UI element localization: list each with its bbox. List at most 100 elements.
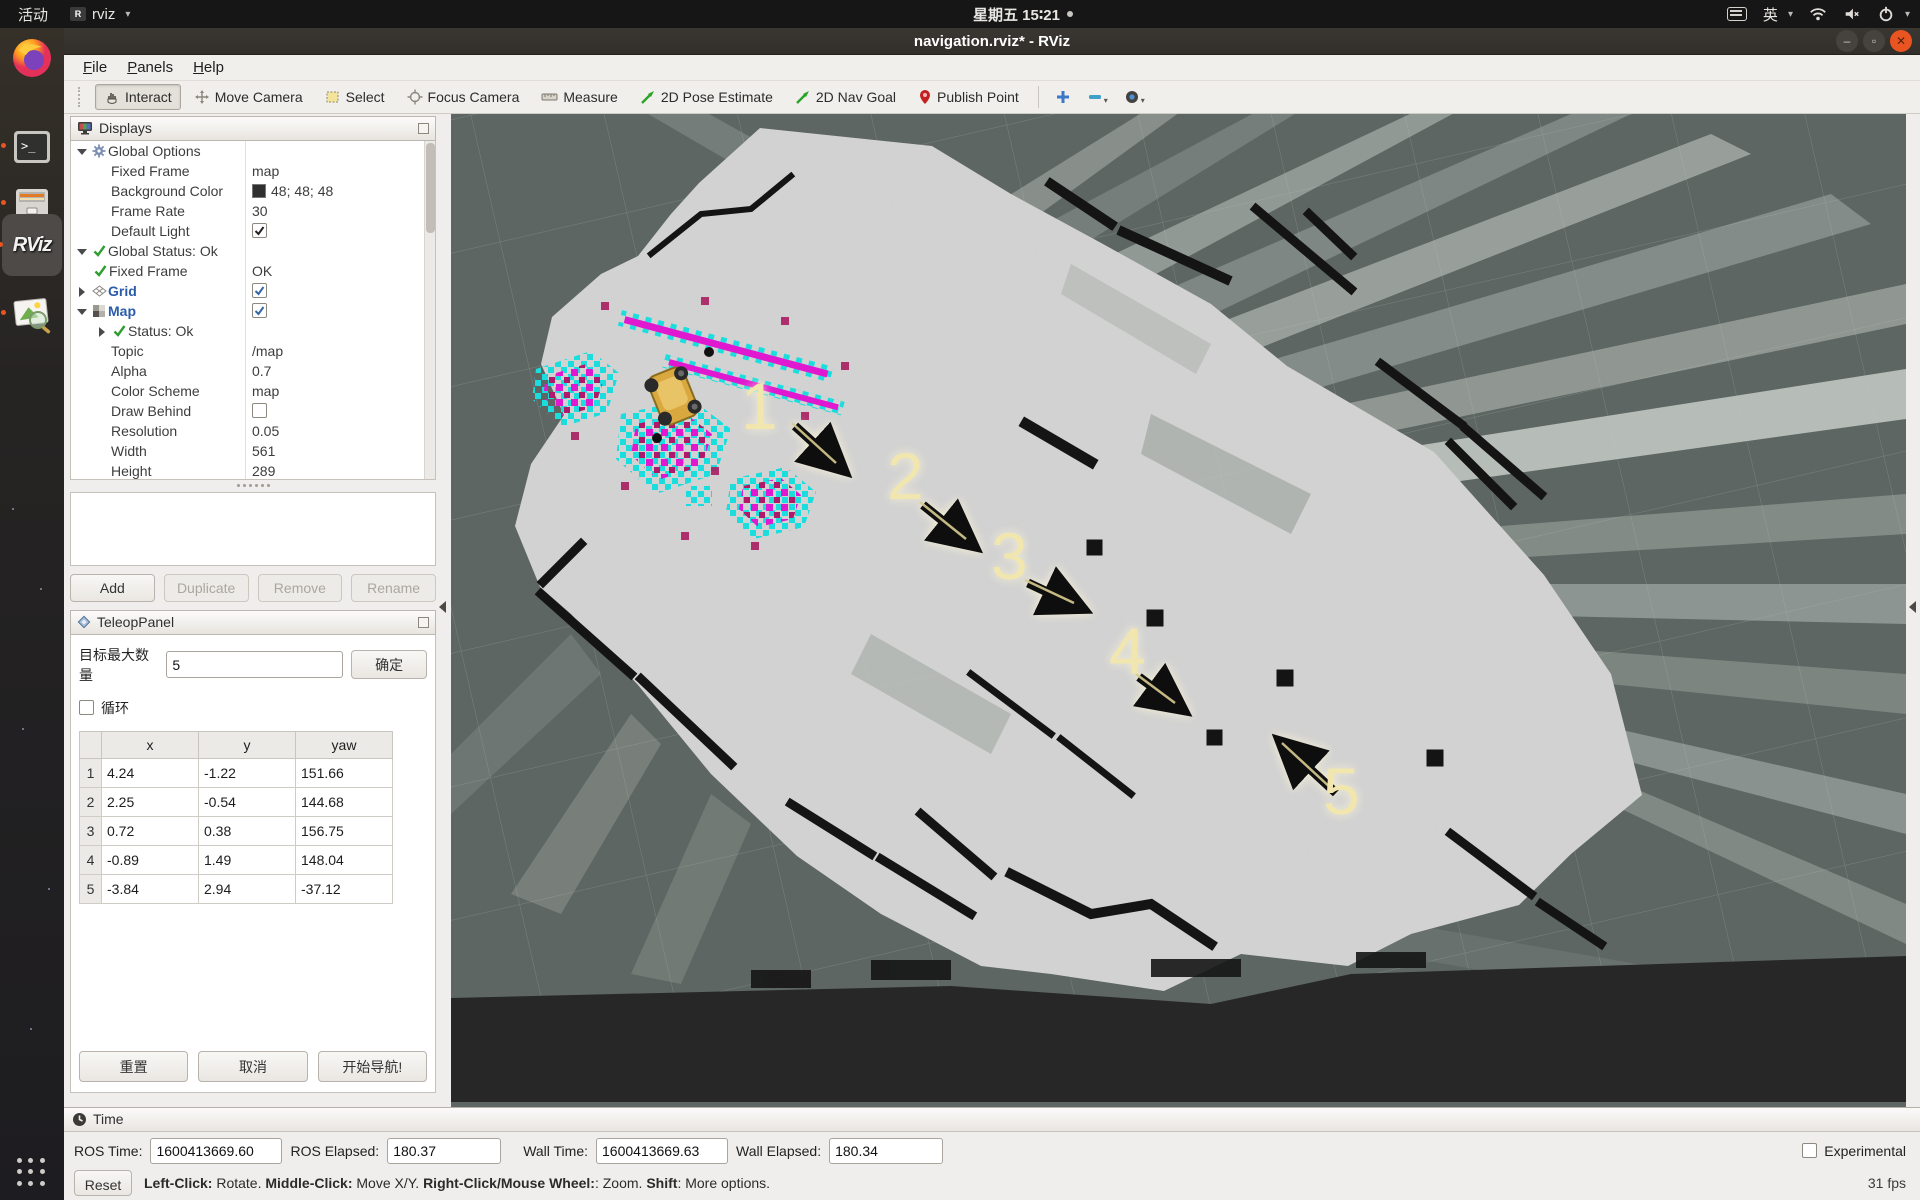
wall-time-input[interactable] bbox=[596, 1138, 728, 1164]
goal-cell[interactable]: 151.66 bbox=[296, 758, 393, 787]
panel-float-button[interactable] bbox=[418, 123, 429, 134]
tree-row-frame-rate[interactable]: Frame Rate 30 bbox=[71, 201, 435, 221]
reset-goals-button[interactable]: 重置 bbox=[79, 1051, 188, 1082]
checkbox-checked[interactable] bbox=[252, 223, 267, 238]
goal-row-2[interactable]: 2 2.25 -0.54 144.68 bbox=[80, 787, 393, 816]
minimize-button[interactable]: – bbox=[1836, 30, 1858, 52]
goal-cell[interactable]: 4.24 bbox=[102, 758, 199, 787]
window-titlebar[interactable]: navigation.rviz* - RViz – ▫ ✕ bbox=[64, 28, 1920, 55]
menu-file[interactable]: File bbox=[74, 56, 116, 79]
goal-row-4[interactable]: 4 -0.89 1.49 148.04 bbox=[80, 845, 393, 874]
tool-properties-button[interactable]: ▾ bbox=[1118, 87, 1151, 107]
tree-row-height[interactable]: Height 289 bbox=[71, 461, 435, 480]
goal-row-5[interactable]: 5 -3.84 2.94 -37.12 bbox=[80, 874, 393, 903]
max-goals-input[interactable] bbox=[166, 651, 343, 678]
col-header-x[interactable]: x bbox=[102, 731, 199, 758]
maximize-button[interactable]: ▫ bbox=[1863, 30, 1885, 52]
tool-2d-nav-goal[interactable]: 2D Nav Goal bbox=[786, 84, 905, 110]
add-tool-button[interactable] bbox=[1049, 87, 1077, 107]
goal-cell[interactable]: 0.72 bbox=[102, 816, 199, 845]
add-display-button[interactable]: Add bbox=[70, 574, 155, 602]
goal-cell[interactable]: -0.54 bbox=[199, 787, 296, 816]
reset-view-button[interactable]: Reset bbox=[74, 1170, 132, 1196]
goal-cell[interactable]: -1.22 bbox=[199, 758, 296, 787]
tree-row-fixed-frame-status[interactable]: Fixed Frame OK bbox=[71, 261, 435, 281]
goal-cell[interactable]: 2.94 bbox=[199, 874, 296, 903]
goal-cell[interactable]: 1.49 bbox=[199, 845, 296, 874]
tool-focus-camera[interactable]: Focus Camera bbox=[398, 84, 529, 110]
panel-viewport-splitter[interactable] bbox=[436, 114, 451, 1107]
panel-splitter[interactable] bbox=[70, 480, 436, 492]
tool-select[interactable]: Select bbox=[316, 84, 394, 110]
goal-cell[interactable]: -0.89 bbox=[102, 845, 199, 874]
menu-help[interactable]: Help bbox=[184, 56, 233, 79]
teleop-panel-header[interactable]: TeleopPanel bbox=[70, 610, 436, 635]
dock-firefox-icon[interactable] bbox=[8, 34, 56, 82]
panel-float-button[interactable] bbox=[418, 617, 429, 628]
goal-cell[interactable]: -3.84 bbox=[102, 874, 199, 903]
goal-cell[interactable]: 144.68 bbox=[296, 787, 393, 816]
wall-elapsed-input[interactable] bbox=[829, 1138, 943, 1164]
input-method-indicator[interactable]: 英 bbox=[1763, 4, 1793, 25]
remove-tool-button[interactable]: ▾ bbox=[1081, 87, 1114, 107]
ros-elapsed-input[interactable] bbox=[387, 1138, 501, 1164]
loop-checkbox[interactable] bbox=[79, 700, 94, 715]
goal-cell[interactable]: 148.04 bbox=[296, 845, 393, 874]
experimental-checkbox[interactable] bbox=[1802, 1143, 1817, 1158]
app-menu[interactable]: R rviz bbox=[70, 6, 130, 23]
tree-row-fixed-frame[interactable]: Fixed Frame map bbox=[71, 161, 435, 181]
3d-viewport[interactable]: 1 2 3 4 5 bbox=[451, 114, 1906, 1107]
goal-cell[interactable]: -37.12 bbox=[296, 874, 393, 903]
displays-panel-header[interactable]: Displays bbox=[70, 116, 436, 141]
keyboard-icon[interactable] bbox=[1727, 7, 1747, 21]
checkbox-unchecked[interactable] bbox=[252, 403, 267, 418]
tree-row-resolution[interactable]: Resolution 0.05 bbox=[71, 421, 435, 441]
tree-row-color-scheme[interactable]: Color Scheme map bbox=[71, 381, 435, 401]
menu-panels[interactable]: Panels bbox=[118, 56, 182, 79]
toolbar-drag-handle[interactable] bbox=[78, 87, 83, 107]
checkbox-checked[interactable] bbox=[252, 303, 267, 318]
tree-scrollbar[interactable] bbox=[424, 141, 435, 479]
tree-row-width[interactable]: Width 561 bbox=[71, 441, 435, 461]
tree-row-map[interactable]: Map bbox=[71, 301, 435, 321]
goal-cell[interactable]: 2.25 bbox=[102, 787, 199, 816]
cancel-button[interactable]: 取消 bbox=[198, 1051, 307, 1082]
col-header-y[interactable]: y bbox=[199, 731, 296, 758]
start-navigation-button[interactable]: 开始导航! bbox=[318, 1051, 427, 1082]
goal-cell[interactable]: 0.38 bbox=[199, 816, 296, 845]
tree-row-map-status[interactable]: Status: Ok bbox=[71, 321, 435, 341]
dock-terminal-icon[interactable]: >_ bbox=[8, 123, 56, 171]
clock-menu[interactable]: 星期五 15∶21 bbox=[973, 0, 1073, 28]
tree-row-topic[interactable]: Topic /map bbox=[71, 341, 435, 361]
collapse-left-panel-arrow[interactable] bbox=[439, 601, 446, 613]
duplicate-display-button[interactable]: Duplicate bbox=[164, 574, 249, 602]
tree-row-alpha[interactable]: Alpha 0.7 bbox=[71, 361, 435, 381]
tool-move-camera[interactable]: Move Camera bbox=[185, 84, 312, 110]
tool-measure[interactable]: Measure bbox=[532, 84, 626, 110]
ros-time-input[interactable] bbox=[150, 1138, 282, 1164]
confirm-button[interactable]: 确定 bbox=[351, 650, 427, 679]
show-applications-button[interactable] bbox=[17, 1158, 47, 1188]
tree-row-grid[interactable]: Grid bbox=[71, 281, 435, 301]
dock-image-viewer-icon[interactable] bbox=[8, 290, 56, 338]
rename-display-button[interactable]: Rename bbox=[351, 574, 436, 602]
tree-row-draw-behind[interactable]: Draw Behind bbox=[71, 401, 435, 421]
tool-interact[interactable]: Interact bbox=[95, 84, 181, 110]
power-menu[interactable] bbox=[1877, 5, 1910, 23]
tree-row-global-status[interactable]: Global Status: Ok bbox=[71, 241, 435, 261]
tree-row-global-options[interactable]: Global Options bbox=[71, 141, 435, 161]
tool-publish-point[interactable]: Publish Point bbox=[909, 84, 1028, 110]
tool-2d-pose-estimate[interactable]: 2D Pose Estimate bbox=[631, 84, 782, 110]
remove-display-button[interactable]: Remove bbox=[258, 574, 343, 602]
tree-row-background-color[interactable]: Background Color 48; 48; 48 bbox=[71, 181, 435, 201]
dock-rviz-icon[interactable]: RViz bbox=[2, 214, 62, 276]
goal-row-3[interactable]: 3 0.72 0.38 156.75 bbox=[80, 816, 393, 845]
col-header-yaw[interactable]: yaw bbox=[296, 731, 393, 758]
collapse-right-panel-arrow[interactable] bbox=[1909, 601, 1916, 613]
map-canvas[interactable]: 1 2 3 4 5 bbox=[451, 114, 1906, 1102]
activities-button[interactable]: 活动 bbox=[18, 4, 48, 25]
checkbox-checked[interactable] bbox=[252, 283, 267, 298]
close-button[interactable]: ✕ bbox=[1890, 30, 1912, 52]
time-panel-header[interactable]: Time bbox=[64, 1108, 1920, 1132]
goal-row-1[interactable]: 1 4.24 -1.22 151.66 bbox=[80, 758, 393, 787]
